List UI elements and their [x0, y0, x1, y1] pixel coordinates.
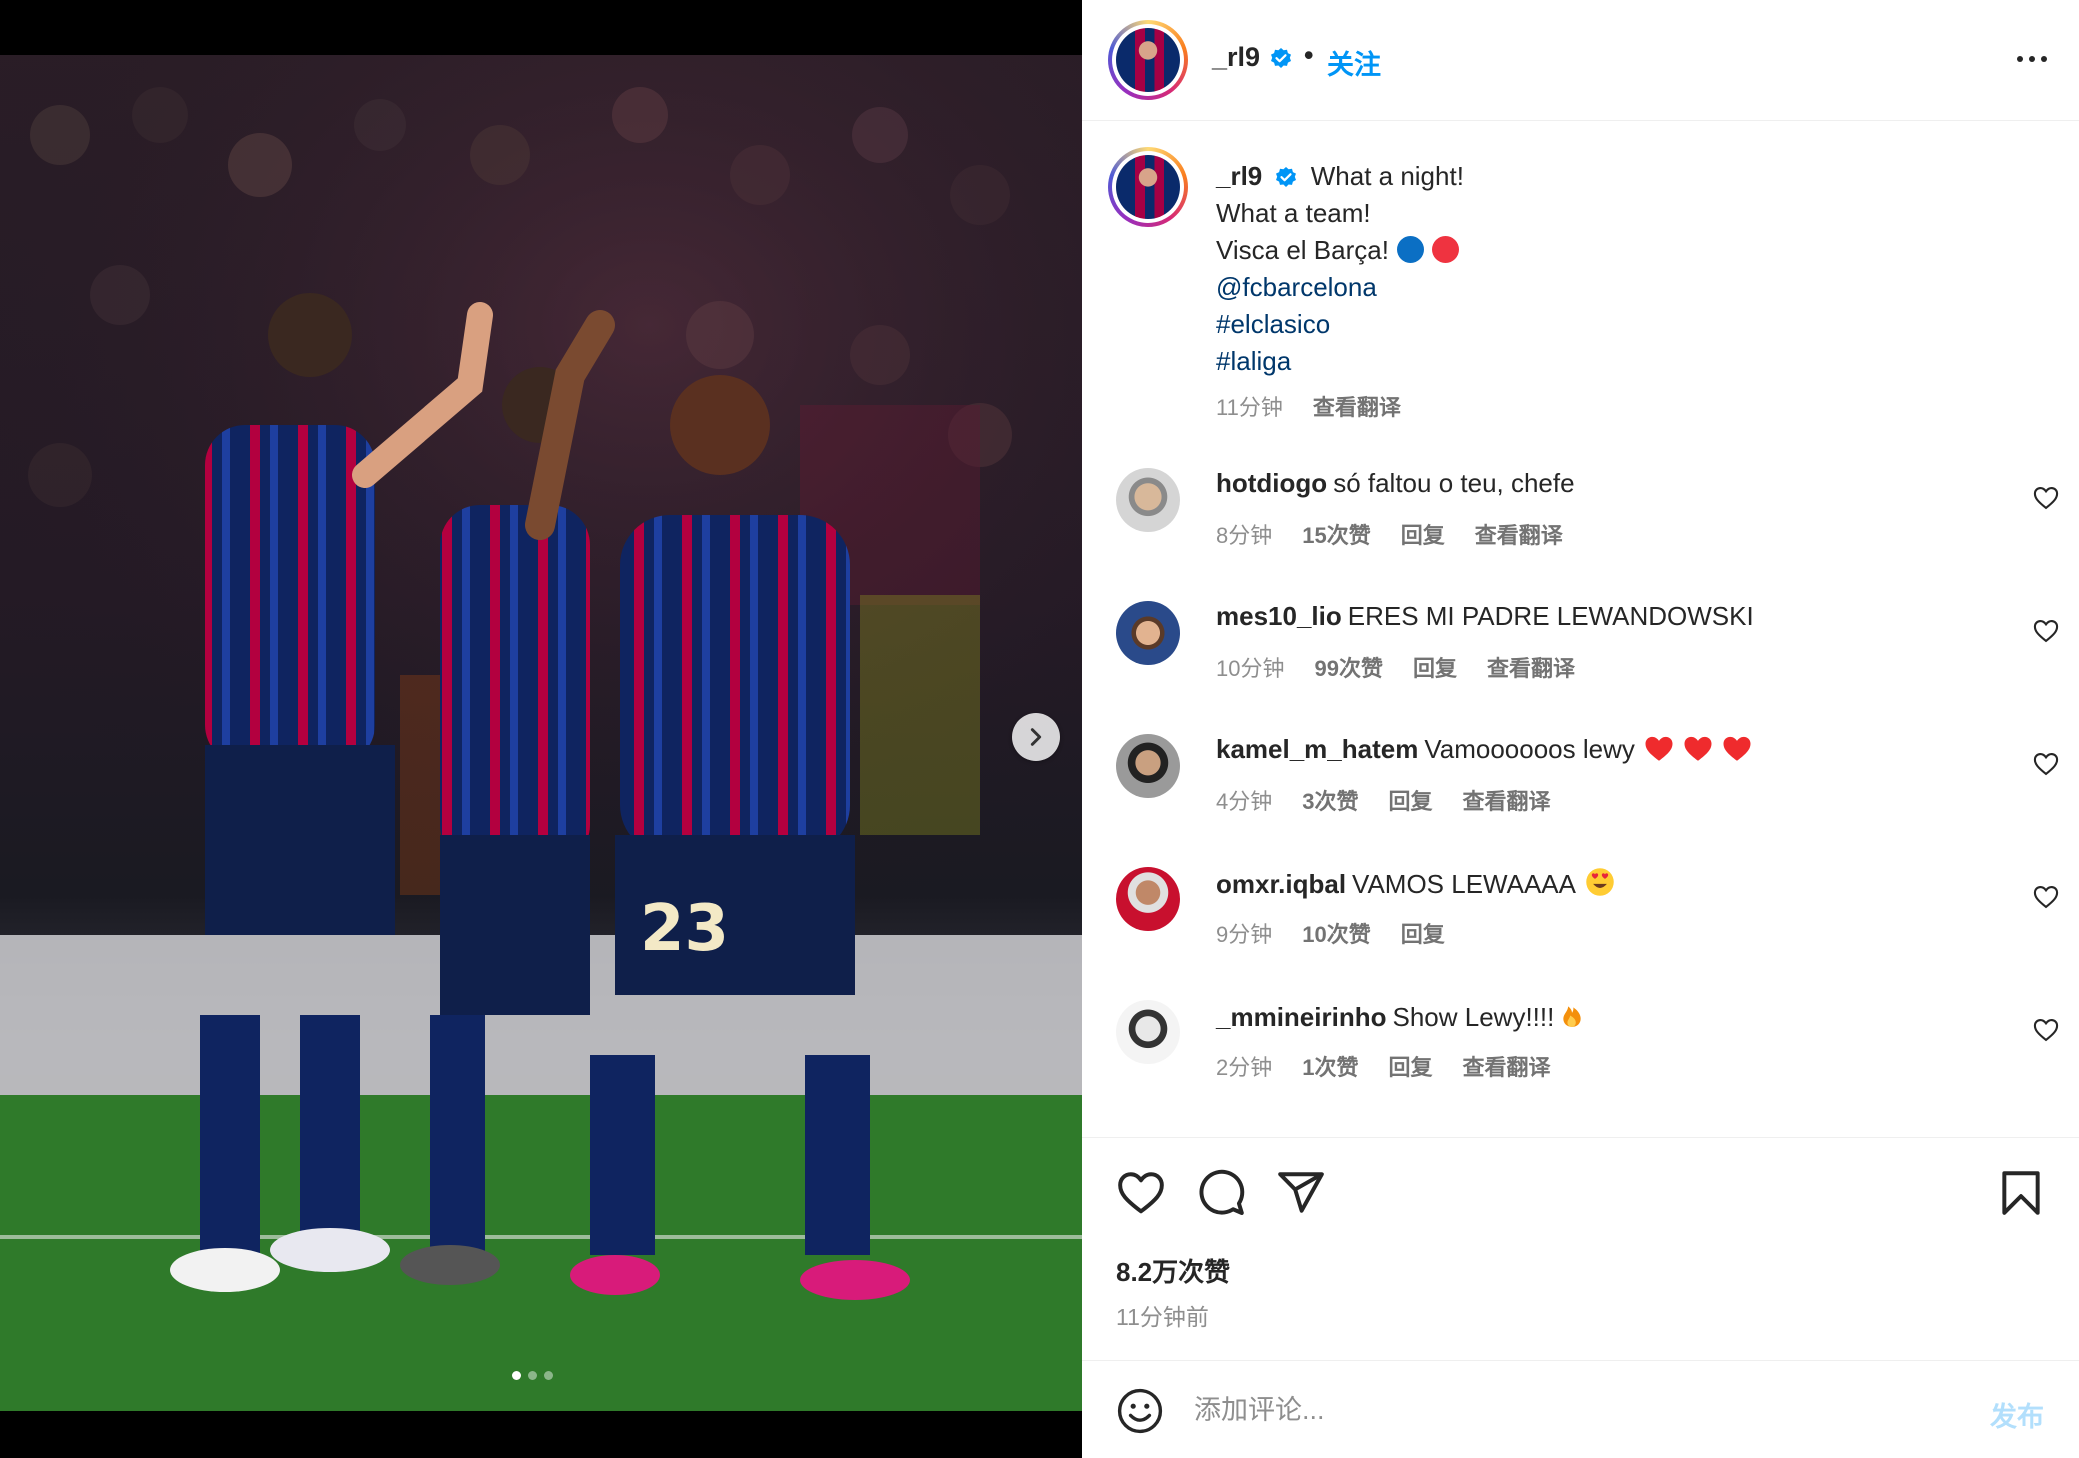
more-options-icon[interactable]: [2008, 44, 2056, 74]
instagram-post-view: 23 _rl9 • 关注 _rl9 What a night! What a t…: [0, 0, 2079, 1458]
comment-meta: 8分钟 15次赞 回复 查看翻译: [1216, 518, 1563, 550]
post-comment-button[interactable]: 发布: [1990, 1395, 2044, 1434]
like-count[interactable]: 8.2万次赞: [1116, 1252, 1230, 1289]
media-pane: 23: [0, 0, 1082, 1458]
like-comment-heart-icon[interactable]: [2032, 750, 2060, 778]
caption-meta: 11分钟 查看翻译: [1216, 390, 1401, 422]
carousel-dot: [512, 1371, 521, 1380]
caption-username[interactable]: _rl9: [1216, 161, 1262, 191]
post-header: _rl9 • 关注: [1082, 0, 2079, 121]
red-heart-emoji-icon: [1723, 736, 1751, 761]
comment-item: _mmineirinho Show Lewy!!!! 2分钟 1次赞 回复 查看翻译: [1082, 1000, 2079, 1110]
commenter-avatar[interactable]: [1116, 1000, 1180, 1064]
carousel-indicator: [512, 1371, 553, 1380]
comment-text: Vamoooooos lewy: [1424, 734, 1635, 764]
photo-illustration: 23: [0, 55, 1082, 1411]
like-comment-heart-icon[interactable]: [2032, 1016, 2060, 1044]
like-comment-heart-icon[interactable]: [2032, 883, 2060, 911]
next-slide-button[interactable]: [1012, 713, 1060, 761]
reply-button[interactable]: 回复: [1401, 922, 1445, 947]
commenter-username[interactable]: omxr.iqbal: [1216, 869, 1346, 899]
translate-button[interactable]: 查看翻译: [1313, 395, 1401, 420]
reply-button[interactable]: 回复: [1413, 656, 1457, 681]
red-heart-emoji-icon: [1684, 736, 1712, 761]
comment-meta: 10分钟 99次赞 回复 查看翻译: [1216, 651, 1575, 683]
comment-item: kamel_m_hatem Vamoooooos lewy 4分钟 3次赞 回复 查看翻…: [1082, 734, 2079, 844]
comment-likes[interactable]: 99次赞: [1314, 656, 1382, 681]
follow-button[interactable]: 关注: [1327, 43, 1381, 82]
comment-meta: 9分钟 10次赞 回复: [1216, 917, 1445, 949]
post-photo: 23: [0, 55, 1082, 1411]
comment-time: 4分钟: [1216, 789, 1273, 814]
comment-text: VAMOS LEWAAAA: [1352, 869, 1576, 899]
reply-button[interactable]: 回复: [1389, 1055, 1433, 1080]
reply-button[interactable]: 回复: [1401, 523, 1445, 548]
comment-text: só faltou o teu, chefe: [1333, 468, 1575, 498]
like-comment-heart-icon[interactable]: [2032, 617, 2060, 645]
caption-line: What a team!: [1216, 198, 1371, 228]
caption-line: Visca el Barça!: [1216, 235, 1389, 265]
carousel-dot: [528, 1371, 537, 1380]
fire-emoji-icon: [1563, 1006, 1582, 1027]
like-comment-heart-icon[interactable]: [2032, 484, 2060, 512]
comment-meta: 2分钟 1次赞 回复 查看翻译: [1216, 1050, 1551, 1082]
heart-eyes-emoji-icon: [1586, 868, 1614, 896]
mention-link[interactable]: @fcbarcelona: [1216, 269, 2016, 306]
commenter-avatar[interactable]: [1116, 867, 1180, 931]
translate-button[interactable]: 查看翻译: [1487, 656, 1575, 681]
translate-button[interactable]: 查看翻译: [1475, 523, 1563, 548]
like-heart-icon[interactable]: [1116, 1168, 1166, 1218]
red-circle-emoji-icon: [1431, 236, 1459, 263]
share-send-icon[interactable]: [1276, 1168, 1326, 1218]
translate-button[interactable]: 查看翻译: [1463, 789, 1551, 814]
post-side-panel: _rl9 • 关注 _rl9 What a night! What a team…: [1082, 0, 2079, 1458]
comment-item: omxr.iqbal VAMOS LEWAAAA 9分钟 10次赞 回复: [1082, 867, 2079, 977]
comment-text: Show Lewy!!!!: [1392, 1002, 1555, 1032]
chevron-right-icon: [1030, 728, 1042, 746]
red-heart-emoji-icon: [1645, 736, 1673, 761]
hashtag-link[interactable]: #elclasico: [1216, 306, 2016, 343]
comment-likes[interactable]: 10次赞: [1302, 922, 1370, 947]
commenter-avatar[interactable]: [1116, 468, 1180, 532]
comment-time: 10分钟: [1216, 656, 1285, 681]
save-bookmark-icon[interactable]: [1996, 1168, 2046, 1218]
comment-likes[interactable]: 15次赞: [1302, 523, 1370, 548]
comment-item: hotdiogo só faltou o teu, chefe 8分钟 15次赞 回复…: [1082, 468, 2079, 578]
caption-avatar[interactable]: [1108, 147, 1188, 227]
verified-badge-icon: [1271, 48, 1291, 68]
comment-meta: 4分钟 3次赞 回复 查看翻译: [1216, 784, 1551, 816]
comment-bubble-icon[interactable]: [1196, 1168, 1246, 1218]
comment-composer: 发布: [1082, 1360, 2079, 1458]
commenter-avatar[interactable]: [1116, 734, 1180, 798]
comment-time: 8分钟: [1216, 523, 1273, 548]
blue-circle-emoji-icon: [1396, 236, 1424, 263]
comment-time: 2分钟: [1216, 1055, 1273, 1080]
caption-text: _rl9 What a night! What a team! Visca el…: [1216, 158, 2016, 380]
translate-button[interactable]: 查看翻译: [1463, 1055, 1551, 1080]
hashtag-link[interactable]: #laliga: [1216, 343, 2016, 380]
commenter-username[interactable]: _mmineirinho: [1216, 1002, 1386, 1032]
commenter-username[interactable]: kamel_m_hatem: [1216, 734, 1418, 764]
jersey-number: 23: [640, 892, 729, 966]
emoji-picker-icon[interactable]: [1116, 1387, 1164, 1435]
comment-item: mes10_lio ERES MI PADRE LEWANDOWSKI 10分钟 9…: [1082, 601, 2079, 711]
commenter-username[interactable]: hotdiogo: [1216, 468, 1327, 498]
comment-time: 9分钟: [1216, 922, 1273, 947]
comment-input[interactable]: [1194, 1387, 1894, 1433]
author-username[interactable]: _rl9: [1212, 42, 1260, 73]
post-actions: 8.2万次赞 11分钟前: [1082, 1137, 2079, 1357]
comment-text: ERES MI PADRE LEWANDOWSKI: [1347, 601, 1754, 631]
caption-time: 11分钟: [1216, 395, 1283, 420]
caption-line: What a night!: [1310, 161, 1464, 191]
comment-likes[interactable]: 3次赞: [1302, 789, 1358, 814]
post-timestamp: 11分钟前: [1116, 1304, 1209, 1330]
carousel-dot: [544, 1371, 553, 1380]
verified-badge-icon: [1275, 167, 1296, 188]
comment-likes[interactable]: 1次赞: [1302, 1055, 1358, 1080]
reply-button[interactable]: 回复: [1389, 789, 1433, 814]
commenter-username[interactable]: mes10_lio: [1216, 601, 1342, 631]
author-avatar[interactable]: [1108, 20, 1188, 100]
commenter-avatar[interactable]: [1116, 601, 1180, 665]
header-separator: •: [1304, 40, 1314, 70]
